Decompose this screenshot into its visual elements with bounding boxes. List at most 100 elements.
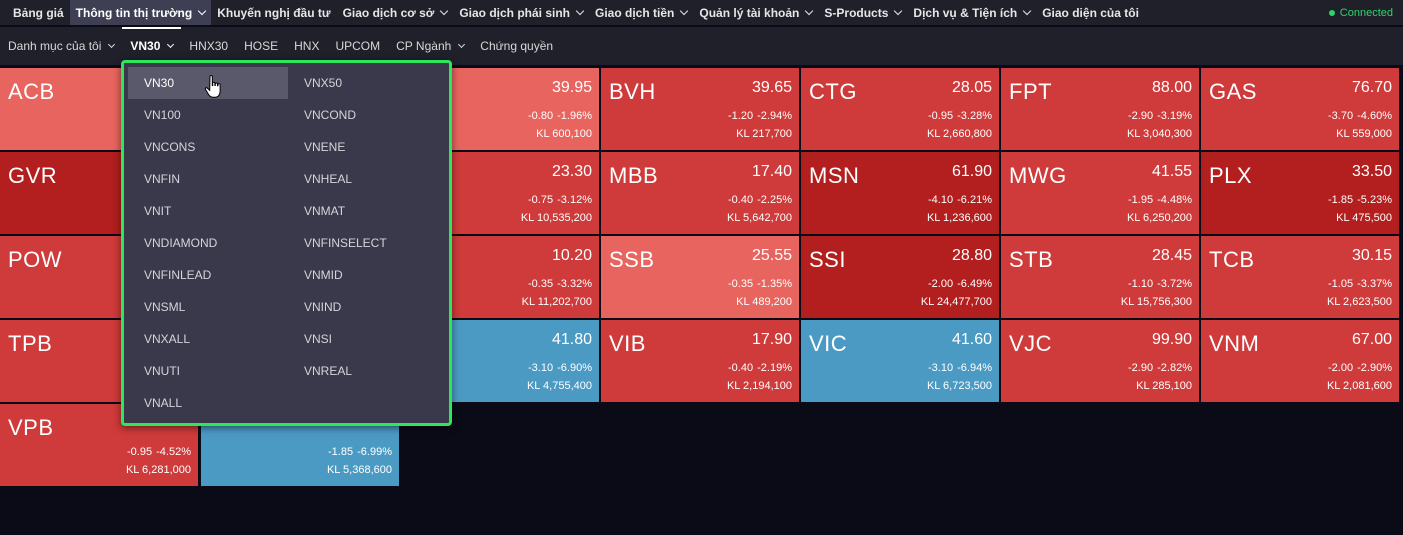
stock-symbol: BVH bbox=[609, 79, 656, 104]
stock-tile[interactable]: VNM 67.00 -2.00 -2.90% KL 2,081,600 bbox=[1201, 320, 1399, 402]
index-tab-label: Danh mục của tôi bbox=[8, 39, 102, 53]
stock-change: -0.80 -1.96% bbox=[528, 110, 592, 122]
stock-symbol: POW bbox=[8, 247, 63, 272]
stock-change: -4.10 -6.21% bbox=[928, 194, 992, 206]
dropdown-option[interactable]: VNFIN bbox=[128, 163, 288, 195]
nav-item[interactable]: Quản lý tài khoản bbox=[693, 0, 818, 25]
dropdown-option[interactable]: VNSI bbox=[288, 323, 448, 355]
stock-price: 28.05 bbox=[951, 79, 992, 96]
dropdown-option[interactable]: VNFINLEAD bbox=[128, 259, 288, 291]
stock-symbol: PLX bbox=[1209, 163, 1253, 188]
stock-symbol: TCB bbox=[1209, 247, 1255, 272]
stock-price: 23.30 bbox=[551, 163, 592, 180]
nav-item-label: Giao diện của tôi bbox=[1042, 5, 1139, 20]
nav-item-label: Thông tin thị trường bbox=[75, 5, 193, 20]
chevron-down-icon bbox=[894, 6, 903, 15]
stock-symbol: GVR bbox=[8, 163, 58, 188]
stock-symbol: SSI bbox=[809, 247, 846, 272]
dropdown-option[interactable]: VNALL bbox=[128, 387, 288, 419]
stock-price: 41.80 bbox=[551, 331, 592, 348]
stock-volume: KL 6,250,200 bbox=[1126, 212, 1192, 224]
dropdown-option[interactable]: VNREAL bbox=[288, 355, 448, 387]
stock-tile[interactable]: TCB 30.15 -1.05 -3.37% KL 2,623,500 bbox=[1201, 236, 1399, 318]
stock-symbol: VIB bbox=[609, 331, 646, 356]
stock-price: 88.00 bbox=[1151, 79, 1192, 96]
chevron-down-icon bbox=[458, 40, 466, 48]
dropdown-option[interactable]: VNDIAMOND bbox=[128, 227, 288, 259]
stock-price: 17.90 bbox=[751, 331, 792, 348]
nav-item[interactable]: Khuyến nghị đầu tư bbox=[211, 0, 336, 25]
nav-item[interactable]: Dịch vụ & Tiện ích bbox=[907, 0, 1036, 25]
stock-price: 67.00 bbox=[1351, 331, 1392, 348]
nav-item[interactable]: Giao dịch cơ sở bbox=[337, 0, 454, 25]
stock-volume: KL 6,281,000 bbox=[125, 464, 191, 476]
stock-tile[interactable]: VJC 99.90 -2.90 -2.82% KL 285,100 bbox=[1001, 320, 1199, 402]
connection-status: Connected bbox=[1328, 0, 1393, 25]
nav-item[interactable]: Bảng giá bbox=[0, 0, 70, 25]
index-tab-label: HNX30 bbox=[189, 39, 229, 53]
chevron-down-icon bbox=[680, 6, 689, 15]
nav-item[interactable]: Giao diện của tôi bbox=[1036, 0, 1145, 25]
stock-price: 30.15 bbox=[1351, 247, 1392, 264]
nav-item[interactable]: Giao dịch tiền bbox=[589, 0, 693, 25]
stock-change: -1.10 -3.72% bbox=[1128, 278, 1192, 290]
stock-tile[interactable]: STB 28.45 -1.10 -3.72% KL 15,756,300 bbox=[1001, 236, 1199, 318]
stock-change: -0.95 -4.52% bbox=[127, 446, 191, 458]
dropdown-option[interactable]: VNXALL bbox=[128, 323, 288, 355]
stock-tile[interactable]: MWG 41.55 -1.95 -4.48% KL 6,250,200 bbox=[1001, 152, 1199, 234]
stock-volume: KL 11,202,700 bbox=[521, 296, 592, 308]
stock-tile[interactable]: PLX 33.50 -1.85 -5.23% KL 475,500 bbox=[1201, 152, 1399, 234]
stock-tile[interactable]: SSB 25.55 -0.35 -1.35% KL 489,200 bbox=[601, 236, 799, 318]
stock-change: -2.00 -6.49% bbox=[928, 278, 992, 290]
nav-item-label: Dịch vụ & Tiện ích bbox=[913, 5, 1018, 20]
stock-tile[interactable]: MSN 61.90 -4.10 -6.21% KL 1,236,600 bbox=[801, 152, 999, 234]
stock-price: 17.40 bbox=[751, 163, 792, 180]
stock-symbol: SSB bbox=[609, 247, 655, 272]
stock-tile[interactable]: MBB 17.40 -0.40 -2.25% KL 5,642,700 bbox=[601, 152, 799, 234]
nav-item-label: Giao dịch cơ sở bbox=[342, 5, 435, 20]
stock-tile[interactable]: SSI 28.80 -2.00 -6.49% KL 24,477,700 bbox=[801, 236, 999, 318]
dropdown-option[interactable]: VNMAT bbox=[288, 195, 448, 227]
stock-tile[interactable]: VIB 17.90 -0.40 -2.19% KL 2,194,100 bbox=[601, 320, 799, 402]
stock-volume: KL 475,500 bbox=[1336, 212, 1392, 224]
stock-price: 28.80 bbox=[951, 247, 992, 264]
stock-volume: KL 489,200 bbox=[736, 296, 792, 308]
stock-tile[interactable]: FPT 88.00 -2.90 -3.19% KL 3,040,300 bbox=[1001, 68, 1199, 150]
dropdown-option[interactable]: VNIT bbox=[128, 195, 288, 227]
stock-tile[interactable]: GAS 76.70 -3.70 -4.60% KL 559,000 bbox=[1201, 68, 1399, 150]
stock-tile[interactable]: CTG 28.05 -0.95 -3.28% KL 2,660,800 bbox=[801, 68, 999, 150]
dropdown-option[interactable]: VNMID bbox=[288, 259, 448, 291]
stock-change: -1.95 -4.48% bbox=[1128, 194, 1192, 206]
dropdown-option[interactable]: VNCOND bbox=[288, 99, 448, 131]
stock-volume: KL 1,236,600 bbox=[926, 212, 992, 224]
dropdown-option[interactable]: VNIND bbox=[288, 291, 448, 323]
dropdown-option[interactable]: VN100 bbox=[128, 99, 288, 131]
dropdown-option[interactable]: VNSML bbox=[128, 291, 288, 323]
chevron-down-icon bbox=[108, 40, 116, 48]
stock-volume: KL 2,081,600 bbox=[1326, 380, 1392, 392]
stock-price: 10.20 bbox=[551, 247, 592, 264]
nav-item[interactable]: Thông tin thị trường bbox=[69, 0, 212, 25]
nav-item-label: S-Products bbox=[824, 5, 889, 20]
stock-change: -0.35 -1.35% bbox=[728, 278, 792, 290]
nav-item-label: Giao dịch phái sinh bbox=[459, 5, 571, 20]
index-tab[interactable]: Chứng quyền bbox=[472, 27, 561, 65]
stock-tile[interactable]: BVH 39.65 -1.20 -2.94% KL 217,700 bbox=[601, 68, 799, 150]
dropdown-option[interactable]: VNX50 bbox=[288, 67, 448, 99]
dropdown-option[interactable]: VNCONS bbox=[128, 131, 288, 163]
index-tab[interactable]: Danh mục của tôi bbox=[0, 27, 122, 65]
stock-tile[interactable]: VIC 41.60 -3.10 -6.94% KL 6,723,500 bbox=[801, 320, 999, 402]
stock-symbol: VPB bbox=[8, 415, 54, 440]
nav-item[interactable]: Giao dịch phái sinh bbox=[453, 0, 589, 25]
nav-item[interactable]: S-Products bbox=[818, 0, 907, 25]
dropdown-option[interactable]: VNHEAL bbox=[288, 163, 448, 195]
stock-change: -1.85 -5.23% bbox=[1328, 194, 1392, 206]
stock-symbol: VNM bbox=[1209, 331, 1260, 356]
dropdown-option[interactable]: VNUTI bbox=[128, 355, 288, 387]
stock-price: 61.90 bbox=[951, 163, 992, 180]
dropdown-option[interactable]: VNENE bbox=[288, 131, 448, 163]
nav-item-label: Giao dịch tiền bbox=[595, 5, 675, 20]
stock-symbol: VJC bbox=[1009, 331, 1053, 356]
stock-change: -0.75 -3.12% bbox=[528, 194, 592, 206]
dropdown-option[interactable]: VNFINSELECT bbox=[288, 227, 448, 259]
